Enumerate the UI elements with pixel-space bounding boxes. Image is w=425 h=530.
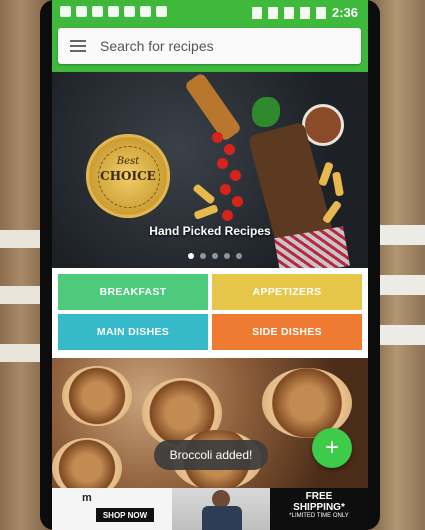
sync-icon: [92, 6, 103, 17]
tools-icon: [108, 6, 119, 17]
premium-quality-badge: Best CHOICE: [86, 134, 170, 218]
badge-best-label: Best: [116, 156, 140, 167]
tomato-image: [220, 184, 231, 195]
vibrate-icon: [267, 6, 278, 19]
basil-image: [252, 97, 280, 127]
shield-icon: [60, 6, 71, 17]
tart-image: [262, 368, 352, 438]
phone-frame: 2:36 Search for recipes Best CHOICE Hand…: [40, 0, 380, 530]
toolbar: Search for recipes: [52, 26, 368, 72]
tart-image: [52, 438, 122, 488]
add-fab-button[interactable]: +: [312, 428, 352, 468]
pasta-image: [193, 204, 219, 220]
bluetooth-icon: [251, 6, 262, 19]
category-side-dishes-button[interactable]: SIDE DISHES: [212, 314, 362, 350]
category-main-dishes-button[interactable]: MAIN DISHES: [58, 314, 208, 350]
menu-icon[interactable]: [70, 40, 86, 52]
hero-caption: Hand Picked Recipes: [149, 224, 271, 238]
tart-image: [62, 366, 132, 426]
ad-brand-logo: m: [82, 492, 92, 504]
app-icon: [76, 6, 87, 17]
tomato-image: [224, 144, 235, 155]
tomato-image: [232, 196, 243, 207]
app-screen: 2:36 Search for recipes Best CHOICE Hand…: [52, 0, 368, 530]
search-input[interactable]: Search for recipes: [100, 38, 214, 54]
pasta-image: [331, 171, 345, 197]
carousel-dot[interactable]: [236, 253, 242, 259]
signal-icon: [299, 6, 310, 19]
ad-ship-line3: *LIMITED TIME ONLY: [289, 513, 349, 519]
notification-icons: [60, 6, 167, 17]
tomato-image: [212, 132, 223, 143]
ad-model-image: [172, 488, 272, 530]
ad-ship-line1: FREE: [305, 491, 333, 502]
lock-icon: [124, 6, 135, 17]
ad-ship-line2: SHIPPING*: [293, 502, 345, 513]
carousel-dot[interactable]: [188, 253, 194, 259]
carousel-dot[interactable]: [200, 253, 206, 259]
clock: 2:36: [331, 5, 358, 20]
system-icons: 2:36: [251, 5, 358, 20]
toast-message: Broccoli added!: [154, 440, 268, 470]
badge-choice-label: CHOICE: [100, 169, 156, 183]
cloud-icon: [156, 6, 167, 17]
carousel-dot[interactable]: [212, 253, 218, 259]
category-grid: BREAKFAST APPETIZERS MAIN DISHES SIDE DI…: [52, 268, 368, 358]
wifi-icon: [283, 6, 294, 19]
ad-free-shipping: FREE SHIPPING* *LIMITED TIME ONLY: [270, 488, 368, 530]
tomato-image: [222, 210, 233, 221]
carousel-indicator: [188, 253, 242, 259]
pasta-image: [192, 183, 216, 205]
battery-icon: [315, 6, 326, 19]
category-breakfast-button[interactable]: BREAKFAST: [58, 274, 208, 310]
status-bar: 2:36: [52, 0, 368, 26]
tomato-image: [217, 158, 228, 169]
search-bar[interactable]: Search for recipes: [58, 28, 361, 64]
pepper-grinder-image: [183, 72, 243, 142]
ad-banner[interactable]: m SHOP NOW FREE SHIPPING* *LIMITED TIME …: [52, 488, 368, 530]
hero-carousel[interactable]: Best CHOICE Hand Picked Recipes: [52, 72, 368, 268]
android-icon: [140, 6, 151, 17]
carousel-dot[interactable]: [224, 253, 230, 259]
tomato-image: [230, 170, 241, 181]
category-appetizers-button[interactable]: APPETIZERS: [212, 274, 362, 310]
plus-icon: +: [324, 434, 339, 461]
ad-shop-now-button[interactable]: SHOP NOW: [96, 508, 154, 522]
